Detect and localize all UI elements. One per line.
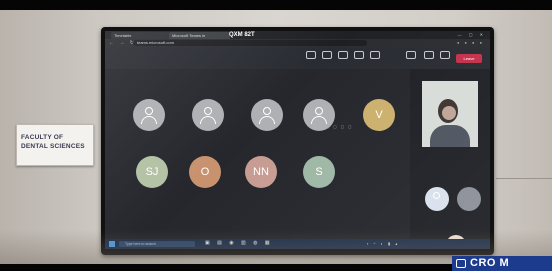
window-controls[interactable]: — ▢ ✕ — [458, 32, 486, 37]
presenter-video[interactable] — [422, 81, 478, 147]
meeting-toolbar: Leave — [105, 47, 490, 69]
avatar — [133, 99, 165, 131]
avatar-initials: V — [375, 109, 383, 121]
camera-button[interactable] — [405, 51, 417, 65]
participant-tile[interactable] — [192, 99, 226, 145]
grid-icon — [354, 51, 364, 59]
avatar — [251, 99, 283, 131]
avatar — [192, 99, 224, 131]
share-icon — [440, 51, 450, 59]
side-avatar[interactable] — [457, 187, 481, 211]
view-button[interactable] — [353, 51, 365, 65]
faculty-sign-line1: FACULTY OF — [21, 134, 64, 141]
more-button[interactable] — [369, 51, 381, 65]
faculty-sign-line2: DENTAL SCIENCES — [21, 143, 85, 150]
nav-buttons[interactable]: ← → ↻ — [109, 39, 136, 47]
mic-button[interactable] — [423, 51, 435, 65]
participant-tile[interactable]: V — [363, 99, 397, 145]
channel-watermark: CRO M — [452, 256, 552, 271]
raise-hand-button[interactable] — [337, 51, 349, 65]
browser-tab-teams[interactable]: Microsoft Teams in — [169, 32, 230, 39]
avatar-initials: SJ — [145, 166, 159, 178]
camera-icon — [406, 51, 416, 59]
wall-edge-line — [496, 178, 552, 179]
participant-gallery: ◻ ◻ ◻ ◻ ◻ ◻ V SJ O NN S — [105, 69, 410, 249]
browser-tab-bar: Timetable Microsoft Teams in QXM 82T — ▢… — [105, 31, 490, 39]
extension-icons[interactable]: ● ● ● ● — [457, 39, 484, 47]
people-icon — [322, 51, 332, 59]
hand-icon — [338, 51, 348, 59]
avatar: SJ — [136, 156, 168, 188]
avatar: S — [303, 156, 335, 188]
participant-tile[interactable]: S — [303, 156, 337, 202]
mic-icon — [424, 51, 434, 59]
participant-tile[interactable] — [133, 99, 167, 145]
avatar: V — [363, 99, 395, 131]
side-avatar[interactable] — [425, 187, 449, 211]
participant-tile[interactable] — [303, 99, 337, 145]
avatar-initials: S — [315, 166, 323, 178]
person-icon — [145, 107, 153, 115]
faculty-sign-text: FACULTY OF DENTAL SCIENCES — [21, 133, 91, 151]
share-button[interactable] — [439, 51, 451, 65]
faculty-sign: FACULTY OF DENTAL SCIENCES — [16, 124, 94, 166]
avatar: NN — [245, 156, 277, 188]
participant-tile[interactable]: SJ — [136, 156, 170, 202]
browser-address-bar: ← → ↻ teams.microsoft.com ● ● ● ● — [105, 39, 490, 47]
participant-tile[interactable]: O — [189, 156, 223, 202]
url-field[interactable]: teams.microsoft.com — [133, 40, 367, 46]
top-letterbox — [0, 0, 552, 10]
more-icon — [370, 51, 380, 59]
avatar-initials: O — [200, 166, 210, 178]
teams-screen: Timetable Microsoft Teams in QXM 82T — ▢… — [105, 31, 490, 249]
people-button[interactable] — [321, 51, 333, 65]
browser-tab-timetable[interactable]: Timetable — [111, 32, 170, 39]
leave-button[interactable]: Leave — [456, 54, 482, 63]
chat-icon — [306, 51, 316, 59]
person-icon — [204, 107, 212, 115]
person-icon — [433, 192, 440, 199]
spotlight-panel — [410, 69, 490, 249]
person-icon — [315, 107, 323, 115]
avatar: O — [189, 156, 221, 188]
watermark-text: CRO M — [470, 257, 510, 269]
photo-scene: FACULTY OF DENTAL SCIENCES Timetable Mic… — [0, 0, 552, 271]
chat-button[interactable] — [305, 51, 317, 65]
person-icon — [263, 107, 271, 115]
avatar-initials: NN — [253, 166, 269, 178]
participant-tile[interactable]: NN — [245, 156, 279, 202]
tv-logo-icon — [456, 259, 466, 268]
avatar — [303, 99, 335, 131]
participant-tile[interactable] — [251, 99, 285, 145]
meeting-code: QXM 82T — [229, 32, 255, 38]
